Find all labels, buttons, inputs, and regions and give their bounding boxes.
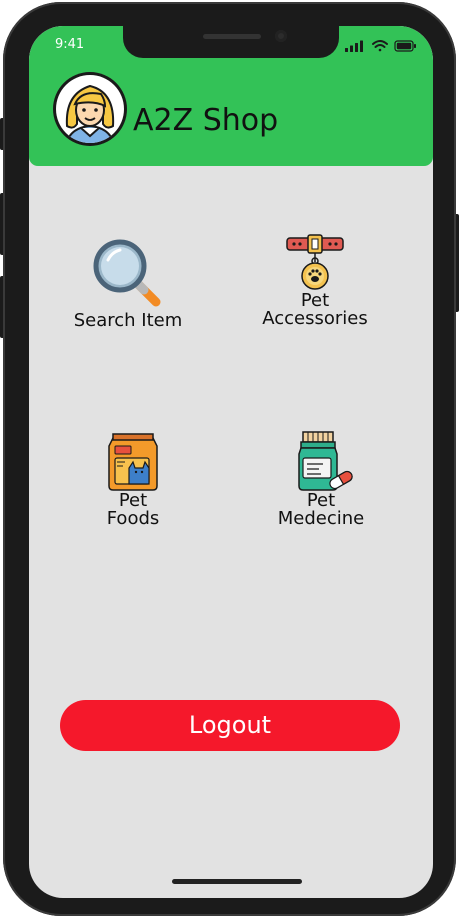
menu-item-label: Pet Accessories <box>262 290 368 329</box>
battery-icon <box>394 40 416 52</box>
wifi-icon <box>372 40 388 52</box>
pet-collar-icon <box>286 234 344 290</box>
menu-item-accessories[interactable]: Pet Accessories <box>247 232 383 328</box>
menu-item-label: Search Item <box>73 310 183 331</box>
menu-item-search[interactable]: Search Item <box>63 236 193 330</box>
speaker-grille <box>203 34 261 39</box>
app-screen: A2Z Shop 9:41 Search Item Pet Accessorie… <box>29 26 433 898</box>
magnifier-icon <box>93 239 161 307</box>
home-indicator[interactable] <box>172 879 302 884</box>
user-avatar-icon[interactable] <box>51 70 129 148</box>
medicine-bottle-icon <box>298 431 353 491</box>
logout-button[interactable]: Logout <box>60 700 400 751</box>
status-time: 9:41 <box>55 37 85 52</box>
menu-item-label: Pet Foods <box>106 490 160 529</box>
menu-item-medicine[interactable]: Pet Medecine <box>263 430 379 528</box>
menu-item-label: Pet Medecine <box>277 490 365 529</box>
phone-notch <box>123 26 339 58</box>
pet-food-bag-icon <box>108 433 158 491</box>
app-title: A2Z Shop <box>133 103 279 138</box>
phone-frame: A2Z Shop 9:41 Search Item Pet Accessorie… <box>3 2 456 916</box>
front-camera <box>275 30 287 42</box>
status-icons <box>345 38 417 52</box>
signal-icon <box>345 40 363 52</box>
menu-item-foods[interactable]: Pet Foods <box>81 432 185 528</box>
